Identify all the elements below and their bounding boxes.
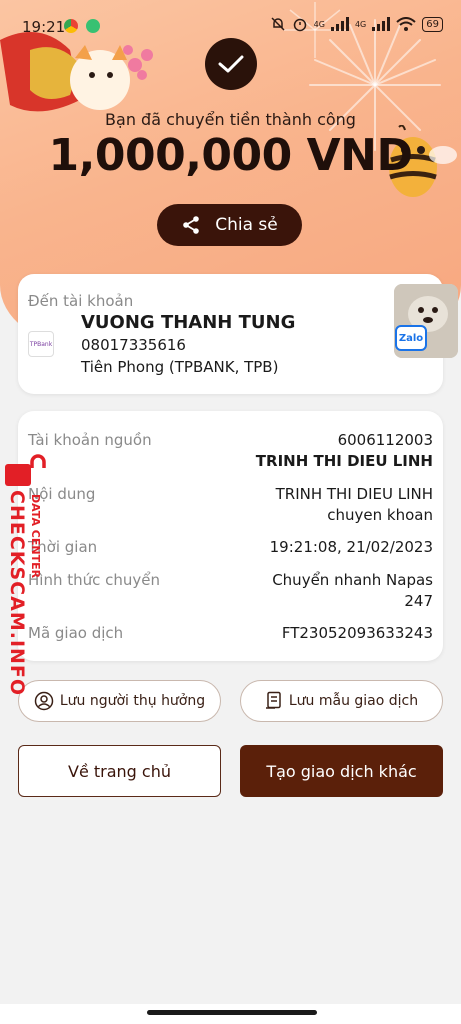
share-icon: [183, 216, 200, 234]
transfer-method-line1: Chuyển nhanh Napas: [272, 571, 433, 589]
time-value: 19:21:08, 21/02/2023: [269, 538, 433, 556]
person-icon: [34, 691, 54, 711]
new-transaction-button[interactable]: Tạo giao dịch khác: [240, 745, 443, 797]
home-button[interactable]: Về trang chủ: [18, 745, 221, 797]
messaging-app-icon: [86, 19, 100, 33]
network-type-2: 4G: [354, 19, 367, 29]
save-template-button[interactable]: Lưu mẫu giao dịch: [240, 680, 443, 722]
source-account-name: TRINH THI DIEU LINH: [255, 452, 433, 470]
recipient-card: Đến tài khoản TPBank VUONG THANH TUNG 08…: [18, 274, 443, 394]
bank-logo: TPBank: [28, 331, 54, 357]
network-type-1: 4G: [313, 19, 325, 29]
save-beneficiary-label: Lưu người thụ hưởng: [59, 693, 206, 709]
home-button-label: Về trang chủ: [68, 761, 171, 781]
signal-icon: [330, 17, 349, 31]
wifi-icon: [396, 17, 416, 31]
watermark-sub-text: DATA CENTER: [29, 494, 42, 579]
transfer-amount: 1,000,000 VND: [48, 130, 413, 181]
recipient-name: VUONG THANH TUNG: [81, 312, 296, 333]
share-button-label: Chia sẻ: [215, 215, 278, 235]
recipient-bank: Tiên Phong (TPBANK, TPB): [81, 358, 279, 376]
transaction-details-card: Tài khoản nguồn 6006112003 TRINH THI DIE…: [18, 411, 443, 661]
recipient-label: Đến tài khoản: [28, 292, 134, 310]
success-message: Bạn đã chuyển tiền thành công: [105, 110, 356, 129]
template-document-icon: [265, 691, 281, 709]
content-value-line2: chuyen khoan: [327, 506, 433, 524]
bell-muted-icon: [271, 17, 285, 31]
transfer-method-line2: 247: [404, 592, 433, 610]
zalo-badge[interactable]: Zalo: [395, 325, 427, 351]
success-check-badge: [205, 38, 257, 90]
alarm-icon: [293, 18, 306, 32]
content-value-line1: TRINH THI DIEU LINH: [275, 485, 433, 503]
home-indicator[interactable]: [147, 1010, 317, 1015]
share-button[interactable]: Chia sẻ: [157, 204, 302, 246]
watermark: CHECKSCAM.INFO DATA CENTER: [2, 452, 48, 696]
watermark-main-text: CHECKSCAM.INFO: [6, 490, 28, 697]
source-account-number: 6006112003: [337, 431, 433, 449]
checkmark-icon: [218, 55, 244, 73]
battery-indicator: 69: [422, 16, 443, 32]
status-time: 19:21: [22, 18, 66, 36]
save-template-label: Lưu mẫu giao dịch: [288, 693, 419, 709]
save-beneficiary-button[interactable]: Lưu người thụ hưởng: [18, 680, 221, 722]
recipient-account-number: 08017335616: [81, 336, 186, 354]
signal-icon: [372, 17, 391, 31]
transaction-id-value: FT23052093633243: [281, 624, 433, 642]
new-transaction-label: Tạo giao dịch khác: [266, 761, 417, 781]
source-account-label: Tài khoản nguồn: [28, 431, 152, 449]
lock-icon: [5, 454, 46, 486]
chrome-icon: [64, 19, 78, 33]
